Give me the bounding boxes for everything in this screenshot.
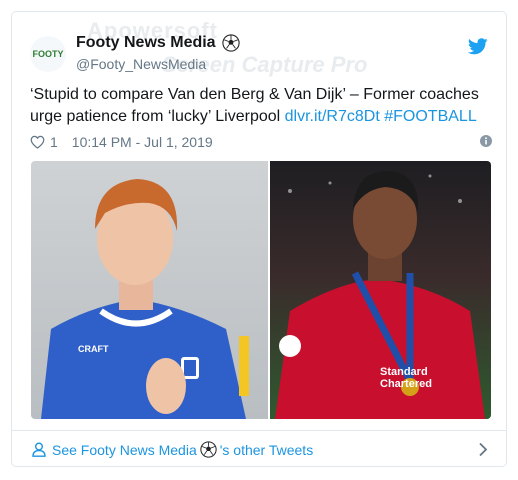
- player-left-illustration: [41, 179, 249, 419]
- tweet-hashtag[interactable]: #FOOTBALL: [384, 108, 476, 125]
- footer-prefix: See Footy News Media: [52, 441, 197, 458]
- right-jersey-text: Standard Chartered: [380, 366, 432, 390]
- photo-player-right: Standard Chartered: [270, 161, 491, 419]
- tweet-meta: 1 10:14 PM - Jul 1, 2019: [30, 132, 492, 152]
- tweet-link[interactable]: dlvr.it/R7c8Dt: [285, 108, 380, 125]
- footer-bar[interactable]: See Footy News Media 's other Tweets: [12, 430, 506, 467]
- chevron-right-icon[interactable]: [478, 442, 488, 457]
- display-name[interactable]: Footy News Media: [76, 34, 240, 52]
- avatar-text: FOOTY: [32, 49, 64, 59]
- tweet-header: FOOTY Footy News Media @Footy_NewsMedia: [12, 12, 506, 82]
- avatar[interactable]: FOOTY: [30, 36, 66, 72]
- timestamp[interactable]: 10:14 PM - Jul 1, 2019: [72, 134, 213, 150]
- twitter-bird-icon[interactable]: [468, 38, 488, 55]
- see-other-tweets-link[interactable]: See Footy News Media 's other Tweets: [52, 441, 313, 458]
- handle[interactable]: @Footy_NewsMedia: [76, 56, 206, 72]
- heart-icon[interactable]: [30, 135, 45, 149]
- display-name-text: Footy News Media: [76, 34, 216, 51]
- soccer-ball-icon: [221, 34, 240, 52]
- left-jersey-text: CRAFT: [78, 344, 109, 354]
- photo-player-left: CRAFT: [31, 161, 268, 419]
- tweet-text: ‘Stupid to compare Van den Berg & Van Di…: [30, 84, 492, 128]
- media-image[interactable]: CRAFT Standard Chartered: [31, 161, 491, 419]
- person-icon: [32, 442, 46, 457]
- like-count: 1: [50, 134, 58, 150]
- tweet-card: Apowersoft Screen Capture Pro FOOTY Foot…: [11, 11, 507, 467]
- info-icon[interactable]: [480, 135, 492, 147]
- soccer-ball-icon: [200, 441, 217, 458]
- footer-suffix: 's other Tweets: [219, 441, 314, 458]
